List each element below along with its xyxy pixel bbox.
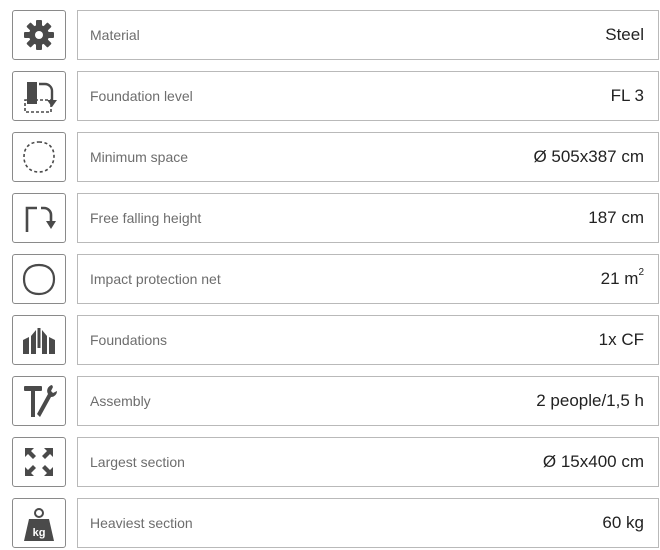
spec-row-assembly: Assembly 2 people/1,5 h bbox=[12, 376, 659, 428]
spec-label: Largest section bbox=[90, 454, 185, 470]
expand-arrows-icon bbox=[12, 437, 66, 487]
fall-height-icon bbox=[12, 193, 66, 243]
spec-field: Assembly 2 people/1,5 h bbox=[77, 376, 659, 426]
spec-row-largest-section: Largest section Ø 15x400 cm bbox=[12, 437, 659, 489]
hammer-wrench-icon bbox=[12, 376, 66, 426]
weight-kg-icon: kg bbox=[12, 498, 66, 548]
spec-row-heaviest-section: kg Heaviest section 60 kg bbox=[12, 498, 659, 550]
spec-row-impact-protection-net: Impact protection net 21 m2 bbox=[12, 254, 659, 306]
spec-field: Material Steel bbox=[77, 10, 659, 60]
spec-field: Largest section Ø 15x400 cm bbox=[77, 437, 659, 487]
spec-label: Material bbox=[90, 27, 140, 43]
spec-value: FL 3 bbox=[610, 86, 644, 105]
spec-label: Assembly bbox=[90, 393, 151, 409]
spec-row-minimum-space: Minimum space Ø 505x387 cm bbox=[12, 132, 659, 184]
spec-label: Heaviest section bbox=[90, 515, 193, 531]
spec-label: Impact protection net bbox=[90, 271, 221, 287]
spec-row-free-falling-height: Free falling height 187 cm bbox=[12, 193, 659, 245]
spec-value: Ø 505x387 cm bbox=[533, 147, 644, 166]
spec-value: 21 m2 bbox=[600, 267, 644, 288]
spec-row-material: Material Steel bbox=[12, 10, 659, 62]
minimum-space-icon bbox=[12, 132, 66, 182]
spec-value: Steel bbox=[605, 25, 644, 44]
spec-field: Foundation level FL 3 bbox=[77, 71, 659, 121]
spec-field: Free falling height 187 cm bbox=[77, 193, 659, 243]
spec-row-foundation-level: Foundation level FL 3 bbox=[12, 71, 659, 123]
foundations-icon bbox=[12, 315, 66, 365]
gear-icon bbox=[12, 10, 66, 60]
spec-field: Heaviest section 60 kg bbox=[77, 498, 659, 548]
spec-label: Foundations bbox=[90, 332, 168, 348]
spec-row-foundations: Foundations 1x CF bbox=[12, 315, 659, 367]
spec-field: Foundations 1x CF bbox=[77, 315, 659, 365]
spec-label: Minimum space bbox=[90, 149, 189, 165]
spec-list: Material Steel Foundation level FL 3 Min… bbox=[0, 0, 660, 548]
spec-value: 1x CF bbox=[598, 330, 644, 349]
protection-net-icon bbox=[12, 254, 66, 304]
foundation-level-icon bbox=[12, 71, 66, 121]
spec-value: 2 people/1,5 h bbox=[536, 391, 644, 410]
spec-value: Ø 15x400 cm bbox=[542, 452, 644, 471]
spec-value: 60 kg bbox=[602, 513, 644, 532]
spec-label: Foundation level bbox=[90, 88, 193, 104]
spec-field: Minimum space Ø 505x387 cm bbox=[77, 132, 659, 182]
svg-text:kg: kg bbox=[33, 527, 46, 539]
spec-value: 187 cm bbox=[588, 208, 644, 227]
spec-label: Free falling height bbox=[90, 210, 202, 226]
spec-field: Impact protection net 21 m2 bbox=[77, 254, 659, 304]
